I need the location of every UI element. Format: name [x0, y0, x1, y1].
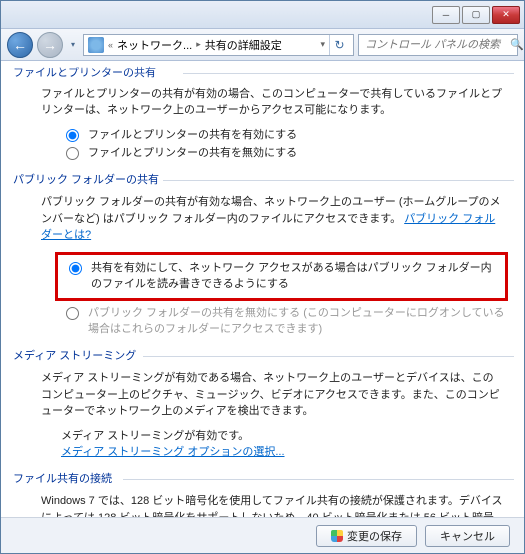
history-dropdown[interactable]: ▾ — [67, 37, 79, 53]
search-icon: 🔍 — [510, 38, 524, 51]
address-dropdown[interactable]: ▾ — [320, 39, 325, 50]
radio-input[interactable] — [66, 147, 79, 160]
content-area: ファイルとプリンターの共有 ファイルとプリンターの共有が有効の場合、このコンピュ… — [1, 61, 524, 517]
radio-input[interactable] — [69, 262, 82, 275]
save-changes-button[interactable]: 変更の保存 — [316, 525, 417, 547]
refresh-button[interactable]: ↻ — [329, 35, 349, 55]
media-streaming-status: メディア ストリーミングが有効です。 メディア ストリーミング オプションの選択… — [61, 428, 504, 461]
maximize-button[interactable]: ▢ — [462, 6, 490, 24]
back-button[interactable]: ← — [7, 32, 33, 58]
radio-input[interactable] — [66, 307, 79, 320]
file-sharing-conn-desc: Windows 7 では、128 ビット暗号化を使用してファイル共有の接続が保護… — [41, 493, 504, 517]
radio-input[interactable] — [66, 129, 79, 142]
network-icon — [88, 37, 104, 53]
titlebar: ─ ▢ ✕ — [1, 1, 524, 29]
section-header-media-streaming: メディア ストリーミング — [13, 348, 514, 365]
navbar: ← → ▾ « ネットワーク... ▸ 共有の詳細設定 ▾ ↻ 🔍 — [1, 29, 524, 61]
breadcrumb-seg-2[interactable]: 共有の詳細設定 — [205, 37, 282, 53]
section-header-file-sharing-conn: ファイル共有の接続 — [13, 471, 514, 488]
breadcrumb-chevron: ▸ — [196, 39, 201, 50]
radio-label: パブリック フォルダーの共有を無効にする (このコンピューターにログオンしている… — [88, 305, 514, 338]
radio-public-on[interactable]: 共有を有効にして、ネットワーク アクセスがある場合はパブリック フォルダー内のフ… — [64, 260, 499, 293]
close-button[interactable]: ✕ — [492, 6, 520, 24]
breadcrumb-sep: « — [108, 40, 113, 50]
section-header-file-printer: ファイルとプリンターの共有 — [13, 65, 514, 82]
cancel-button[interactable]: キャンセル — [425, 525, 510, 547]
media-streaming-options-link[interactable]: メディア ストリーミング オプションの選択... — [61, 446, 285, 458]
search-input[interactable] — [363, 38, 510, 52]
forward-button[interactable]: → — [37, 32, 63, 58]
section-header-public-folder: パブリック フォルダーの共有 — [13, 172, 514, 189]
file-printer-desc: ファイルとプリンターの共有が有効の場合、このコンピューターで共有しているファイル… — [41, 86, 504, 119]
radio-file-printer-on[interactable]: ファイルとプリンターの共有を有効にする — [61, 127, 514, 144]
search-box[interactable]: 🔍 — [358, 34, 518, 56]
highlighted-option: 共有を有効にして、ネットワーク アクセスがある場合はパブリック フォルダー内のフ… — [55, 252, 508, 301]
footer: 変更の保存 キャンセル — [1, 517, 524, 553]
address-bar[interactable]: « ネットワーク... ▸ 共有の詳細設定 ▾ ↻ — [83, 34, 354, 56]
radio-file-printer-off[interactable]: ファイルとプリンターの共有を無効にする — [61, 145, 514, 162]
breadcrumb-seg-1[interactable]: ネットワーク... — [117, 37, 192, 53]
radio-public-off[interactable]: パブリック フォルダーの共有を無効にする (このコンピューターにログオンしている… — [61, 305, 514, 338]
uac-shield-icon — [331, 530, 343, 542]
radio-label: ファイルとプリンターの共有を無効にする — [88, 145, 514, 162]
public-folder-desc: パブリック フォルダーの共有が有効な場合、ネットワーク上のユーザー (ホームグル… — [41, 194, 504, 244]
radio-label: ファイルとプリンターの共有を有効にする — [88, 127, 514, 144]
radio-label: 共有を有効にして、ネットワーク アクセスがある場合はパブリック フォルダー内のフ… — [91, 260, 499, 293]
media-streaming-desc: メディア ストリーミングが有効である場合、ネットワーク上のユーザーとデバイスは、… — [41, 370, 504, 420]
minimize-button[interactable]: ─ — [432, 6, 460, 24]
